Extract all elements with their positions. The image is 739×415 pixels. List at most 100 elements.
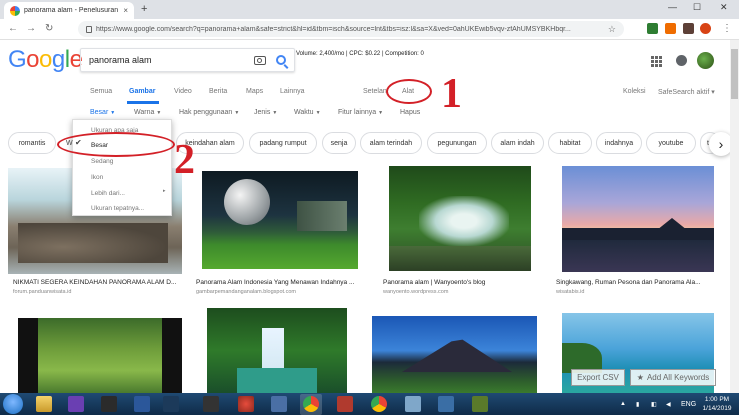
image-source: forum.panduanwisata.id — [13, 289, 72, 295]
filter-size[interactable]: Besar ▼ — [90, 109, 115, 116]
browser-menu-icon[interactable]: ⋮ — [722, 23, 732, 34]
search-input[interactable]: panorama alam — [89, 55, 254, 65]
clock[interactable]: 1:00 PM 1/14/2019 — [700, 395, 734, 413]
annotation-number: 2 — [174, 137, 195, 183]
tray-icon[interactable]: ▲ — [620, 401, 626, 407]
logo-letter: g — [51, 46, 65, 73]
settings-link[interactable]: Setelan — [363, 88, 387, 95]
filter-time[interactable]: Waktu ▼ — [294, 109, 321, 116]
back-button[interactable]: ← — [8, 23, 18, 34]
result-image[interactable] — [18, 318, 182, 393]
extension-icon[interactable] — [647, 23, 658, 34]
image-caption[interactable]: Singkawang, Ruman Pesona dan Panorama Al… — [556, 279, 716, 286]
camera-icon[interactable] — [254, 55, 266, 65]
browser-tab[interactable]: panorama alam - Penelusuran G × — [4, 2, 134, 19]
notifications-icon[interactable] — [676, 55, 687, 66]
reload-button[interactable]: ↻ — [45, 23, 53, 34]
app-icon[interactable] — [163, 396, 179, 412]
star-icon: ★ — [636, 373, 644, 382]
chip[interactable]: romantis — [8, 132, 56, 154]
image-caption[interactable]: NIKMATI SEGERA KEINDAHAN PANORAMA ALAM D… — [13, 279, 183, 286]
add-keywords-button[interactable]: ★ Add All Keywords — [630, 369, 716, 386]
chevron-down-icon: ▼ — [315, 110, 321, 116]
tab-video[interactable]: Video — [174, 88, 192, 95]
filter-color[interactable]: Warna ▼ — [134, 109, 161, 116]
tray-icon[interactable]: ◧ — [651, 401, 657, 408]
filter-color-label: Warna — [134, 109, 155, 116]
chip[interactable]: alam indah — [491, 132, 544, 154]
tab-close-icon[interactable]: × — [123, 6, 128, 15]
collections-link[interactable]: Koleksi — [623, 88, 646, 95]
language-indicator[interactable]: ENG — [681, 401, 696, 408]
result-image[interactable] — [562, 166, 714, 272]
app-icon[interactable] — [271, 396, 287, 412]
tab-berita[interactable]: Berita — [209, 88, 227, 95]
chip[interactable]: padang rumput — [249, 132, 317, 154]
new-tab-button[interactable]: + — [141, 3, 147, 15]
dropdown-item-exact-size[interactable]: Ukuran tepatnya... — [91, 205, 144, 212]
image-caption[interactable]: Panorama alam | Wanyoento's blog — [383, 279, 533, 286]
app-icon[interactable] — [438, 396, 454, 412]
chip[interactable]: senja — [322, 132, 356, 154]
url-text: https://www.google.com/search?q=panorama… — [96, 25, 571, 33]
tab-semua[interactable]: Semua — [90, 88, 112, 95]
filter-more-features[interactable]: Fitur lainnya ▼ — [338, 109, 383, 116]
result-image[interactable] — [389, 166, 531, 271]
word-icon[interactable] — [134, 396, 150, 412]
dropdown-item-medium[interactable]: Sedang — [91, 158, 113, 165]
tab-maps[interactable]: Maps — [246, 88, 263, 95]
app-icon[interactable] — [337, 396, 353, 412]
tab-lainnya[interactable]: Lainnya — [280, 88, 305, 95]
app-icon[interactable] — [405, 396, 421, 412]
filter-clear[interactable]: Hapus — [400, 109, 420, 116]
seo-stats: Volume: 2,400/mo | CPC: $0.22 | Competit… — [296, 51, 424, 57]
app-icon[interactable] — [472, 396, 488, 412]
result-image[interactable] — [202, 171, 358, 269]
chip[interactable]: habitat — [548, 132, 592, 154]
search-box[interactable]: panorama alam — [80, 48, 295, 72]
extension-icon[interactable] — [665, 23, 676, 34]
safesearch-toggle[interactable]: SafeSearch aktif ▾ — [658, 88, 715, 96]
dropdown-item-larger-than[interactable]: Lebih dari... — [91, 190, 125, 197]
apps-grid-icon[interactable] — [651, 56, 662, 67]
google-logo[interactable]: Google — [8, 46, 83, 74]
chip[interactable]: alam terindah — [360, 132, 422, 154]
forward-button[interactable]: → — [26, 23, 36, 34]
chrome-icon[interactable] — [303, 396, 319, 412]
export-csv-button[interactable]: Export CSV — [571, 369, 625, 386]
volume-icon[interactable]: ◀ — [666, 401, 671, 408]
extension-icon[interactable] — [700, 23, 711, 34]
annotation-circle — [386, 79, 432, 104]
result-image[interactable] — [372, 316, 537, 393]
filter-usage-rights[interactable]: Hak penggunaan ▼ — [179, 109, 239, 116]
folder-icon[interactable] — [36, 396, 52, 412]
image-caption[interactable]: Panorama Alam Indonesia Yang Menawan Ind… — [196, 279, 362, 286]
media-icon[interactable] — [68, 396, 84, 412]
bookmark-star-icon[interactable]: ☆ — [608, 24, 616, 35]
minimize-button[interactable]: — — [668, 2, 677, 12]
maximize-button[interactable]: ☐ — [693, 2, 701, 13]
result-image[interactable] — [207, 308, 347, 393]
tab-gambar[interactable]: Gambar — [129, 88, 155, 95]
app-icon[interactable] — [203, 396, 219, 412]
start-button[interactable] — [3, 394, 23, 414]
search-icon[interactable] — [276, 55, 286, 65]
extension-icon[interactable] — [683, 23, 694, 34]
scrollbar-thumb[interactable] — [731, 49, 738, 99]
chrome-icon[interactable] — [371, 396, 387, 412]
tray-icon[interactable]: ▮ — [636, 401, 639, 408]
app-icon[interactable] — [238, 396, 254, 412]
filter-time-label: Waktu — [294, 109, 314, 116]
filter-size-label: Besar — [90, 109, 109, 116]
filter-type-label: Jenis — [254, 109, 271, 116]
dropdown-item-icon[interactable]: Ikon — [91, 174, 103, 181]
chip[interactable]: youtube — [646, 132, 696, 154]
chip[interactable]: indahnya — [596, 132, 642, 154]
google-favicon-icon — [10, 5, 20, 16]
address-bar[interactable]: https://www.google.com/search?q=panorama… — [78, 21, 624, 37]
app-icon[interactable] — [101, 396, 117, 412]
chip[interactable]: pegunungan — [427, 132, 487, 154]
avatar[interactable] — [697, 52, 714, 69]
filter-type[interactable]: Jenis ▼ — [254, 109, 277, 116]
close-window-button[interactable]: ✕ — [720, 2, 728, 13]
